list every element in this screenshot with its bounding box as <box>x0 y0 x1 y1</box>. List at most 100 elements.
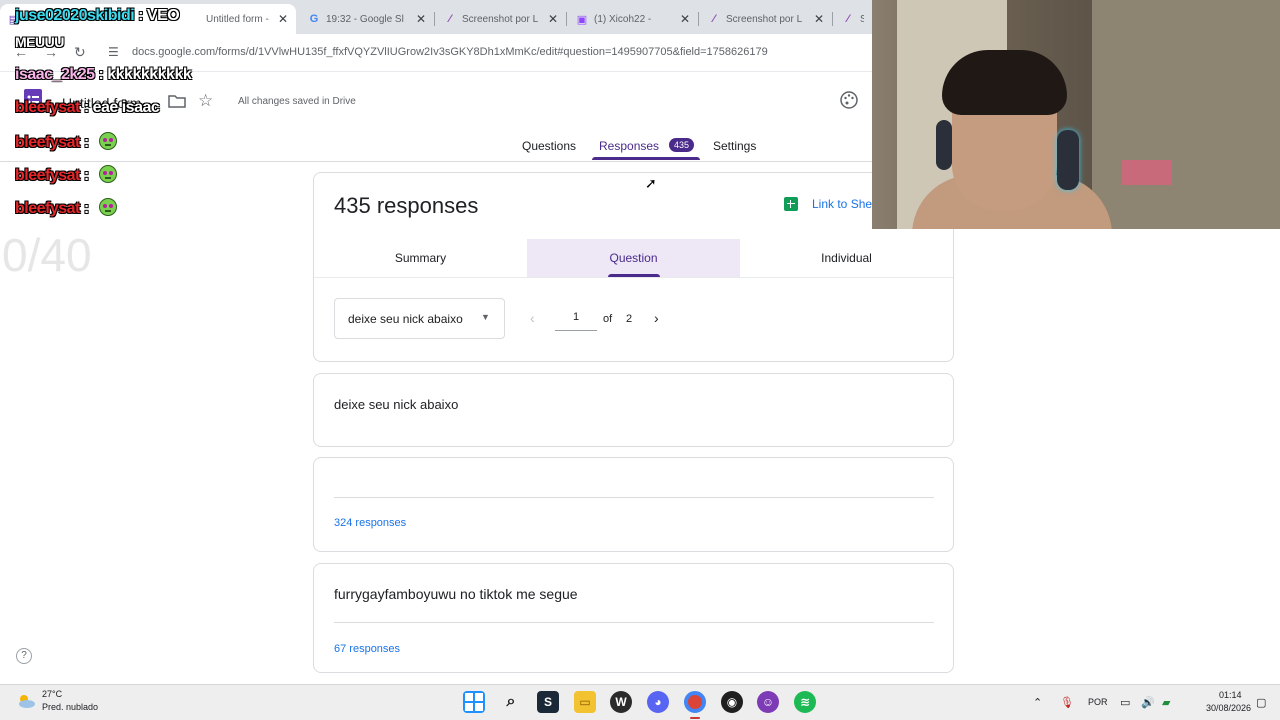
twitch-favicon-icon: ▣ <box>576 13 588 26</box>
forms-header: Untitled form ☆ All changes saved in Dri… <box>0 72 872 162</box>
close-tab-icon[interactable]: ✕ <box>416 12 426 26</box>
page-total: 2 <box>626 313 633 325</box>
subtab-individual-label: Individual <box>821 251 872 265</box>
sheets-icon <box>784 197 798 211</box>
page-number-input[interactable]: 1 <box>555 311 597 331</box>
app-icon[interactable]: ☺ <box>757 691 779 713</box>
weather-description[interactable]: Pred. nublado <box>42 702 98 712</box>
tab-separator <box>698 12 699 26</box>
google-favicon-icon: G <box>309 13 319 25</box>
chat-username: bleefysat <box>15 134 80 151</box>
subtab-individual[interactable]: Individual <box>740 239 953 277</box>
chevron-right-icon[interactable]: › <box>654 310 659 326</box>
tab-separator <box>832 12 833 26</box>
responses-count-badge: 435 <box>669 138 695 152</box>
browser-tab-screenshot-1[interactable]: ⁄ Screenshot por L ✕ <box>436 4 566 34</box>
chat-text: kkkkkkkkkk <box>107 66 192 83</box>
mouse-cursor-icon: ➚ <box>645 175 657 191</box>
help-icon[interactable]: ? <box>16 648 32 664</box>
obs-icon[interactable]: ◉ <box>721 691 743 713</box>
chat-username: isaac_2k25 <box>15 66 95 83</box>
tab-title: Screenshot por L <box>726 13 803 25</box>
webcam-overlay <box>872 0 1280 229</box>
tab-separator <box>566 12 567 26</box>
divider <box>334 497 934 498</box>
chat-separator: : <box>79 99 93 116</box>
star-icon[interactable]: ☆ <box>198 91 213 111</box>
chat-separator: : <box>79 200 93 217</box>
microphone-icon[interactable]: 🎙 <box>1060 696 1074 709</box>
tab-title: (1) Xicoh22 - <box>594 13 652 25</box>
chat-message: MEUUU <box>15 34 64 50</box>
save-status: All changes saved in Drive <box>238 96 356 107</box>
browser-tab-google-slides[interactable]: G 19:32 - Google Sl ✕ <box>300 4 434 34</box>
file-explorer-icon[interactable]: ▭ <box>574 691 596 713</box>
chat-text: VEO <box>146 7 180 24</box>
tab-settings[interactable]: Settings <box>713 139 756 153</box>
goal-counter: 0/40 <box>2 229 92 281</box>
chevron-left-icon[interactable]: ‹ <box>530 310 535 326</box>
dropdown-arrow-icon: ▼ <box>481 312 490 322</box>
weather-cloud-sun-icon[interactable] <box>16 693 36 709</box>
palette-icon[interactable] <box>839 90 859 110</box>
weather-temperature[interactable]: 27°C <box>42 689 62 699</box>
divider <box>314 277 953 278</box>
chrome-icon[interactable] <box>684 691 706 713</box>
emote-icon <box>98 132 117 150</box>
chevron-up-icon[interactable]: ⌃ <box>1033 696 1042 709</box>
browser-tab-screenshot-2[interactable]: ⁄ Screenshot por L ✕ <box>700 4 832 34</box>
pen-favicon-icon: ⁄ <box>449 13 451 25</box>
browser-tab-screenshot-3[interactable]: ⁄ Sc <box>834 4 872 34</box>
spotify-icon[interactable]: ≋ <box>794 691 816 713</box>
windows-taskbar: 27°C Pred. nublado ⌕ S ▭ W ◕ ◉ ☺ ≋ ⌃ 🎙 P… <box>0 684 1280 720</box>
answer-card: 324 responses <box>313 457 954 552</box>
battery-icon[interactable]: ▰ <box>1162 696 1170 709</box>
responses-total: 435 responses <box>334 193 479 218</box>
url-field[interactable]: docs.google.com/forms/d/1VVlwHU135f_ffxf… <box>132 46 768 58</box>
clock-time[interactable]: 01:14 <box>1219 690 1242 700</box>
close-tab-icon[interactable]: ✕ <box>680 12 690 26</box>
page-of-label: of <box>603 313 613 325</box>
close-tab-icon[interactable]: ✕ <box>278 12 288 26</box>
windows-start-icon[interactable] <box>463 691 485 713</box>
site-info-icon[interactable]: ☰ <box>108 45 119 59</box>
answer-count: 67 responses <box>334 643 401 655</box>
subtab-question[interactable]: Question <box>527 239 740 277</box>
search-icon[interactable]: ⌕ <box>500 691 522 713</box>
chat-message: bleefysat : <box>15 165 117 185</box>
active-tab-indicator <box>592 157 700 160</box>
tab-separator <box>434 12 435 26</box>
volume-icon[interactable]: 🔊 <box>1141 696 1155 709</box>
browser-tab-twitch[interactable]: ▣ (1) Xicoh22 - ✕ <box>568 4 698 34</box>
divider <box>334 622 934 623</box>
answer-count: 324 responses <box>334 517 407 529</box>
steam-icon[interactable]: S <box>537 691 559 713</box>
answer-card: furrygayfamboyuwu no tiktok me segue 67 … <box>313 563 954 673</box>
close-tab-icon[interactable]: ✕ <box>548 12 558 26</box>
discord-icon[interactable]: ◕ <box>647 691 669 713</box>
language-indicator[interactable]: POR <box>1088 697 1108 707</box>
chat-username: bleefysat <box>15 167 80 184</box>
chat-username: bleefysat <box>15 99 80 116</box>
chat-text: MEUUU <box>15 34 64 50</box>
chat-separator: : <box>134 7 147 24</box>
move-to-folder-icon[interactable] <box>168 94 186 108</box>
question-select[interactable]: deixe seu nick abaixo ▼ <box>334 298 505 339</box>
clock-date[interactable]: 30/08/2026 <box>1206 703 1251 713</box>
chat-message: bleefysat : <box>15 132 117 152</box>
tab-questions[interactable]: Questions <box>522 139 576 153</box>
close-tab-icon[interactable]: ✕ <box>814 12 824 26</box>
emote-icon <box>98 198 117 216</box>
display-icon[interactable]: ▭ <box>1120 696 1130 709</box>
answer-text: furrygayfamboyuwu no tiktok me segue <box>334 586 578 602</box>
subtab-summary[interactable]: Summary <box>314 239 527 277</box>
chat-message: isaac_2k25 : kkkkkkkkkk <box>15 66 192 84</box>
notification-icon[interactable]: ▢ <box>1256 696 1266 709</box>
tab-responses[interactable]: Responses <box>599 139 659 153</box>
chat-username: juse02020skibidi <box>15 7 135 24</box>
chat-separator: : <box>79 134 93 151</box>
reload-icon[interactable]: ↻ <box>74 44 86 61</box>
pen-favicon-icon: ⁄ <box>713 13 715 25</box>
chat-message: bleefysat : eae isaac <box>15 99 160 117</box>
app-icon[interactable]: W <box>610 691 632 713</box>
